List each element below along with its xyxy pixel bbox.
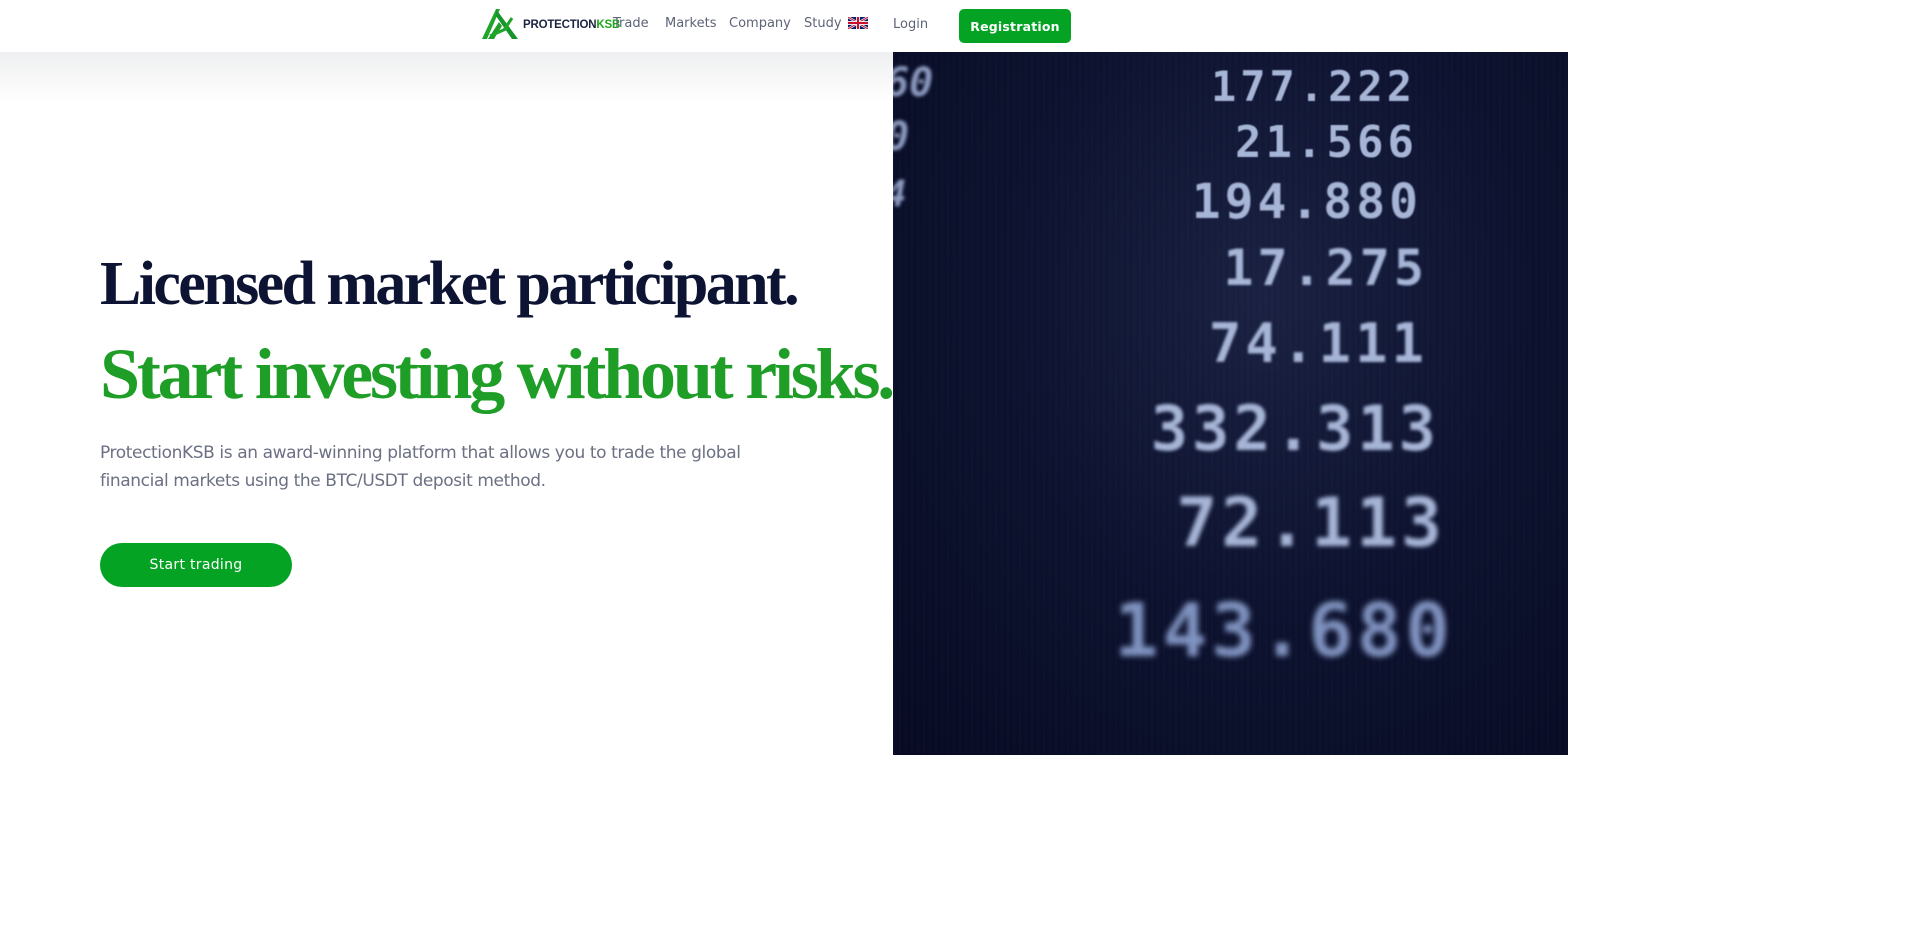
- hero-headline: Licensed market participant.: [100, 250, 800, 318]
- hero-description: ProtectionKSB is an award-winning platfo…: [100, 443, 741, 491]
- ticker-value: 194.880: [1191, 174, 1422, 230]
- ticker-value: 143.680: [1114, 588, 1454, 674]
- nav-study[interactable]: Study: [804, 16, 842, 31]
- start-trading-button[interactable]: Start trading: [100, 543, 292, 587]
- ticker-edge-fragment: 60: [893, 60, 934, 106]
- nav-company[interactable]: Company: [729, 16, 791, 31]
- ticker-edge-fragment: 0: [893, 114, 909, 160]
- ticker-value: 17.275: [1223, 239, 1428, 297]
- uk-flag-icon[interactable]: [848, 17, 868, 29]
- ticker-value: 72.113: [1176, 484, 1446, 563]
- market-ticker-image: 60 0 4 177.222 21.566 194.880 17.275 74.…: [893, 52, 1568, 755]
- registration-button[interactable]: Registration: [959, 9, 1071, 43]
- login-link[interactable]: Login: [893, 17, 928, 32]
- brand-logo[interactable]: PROTECTIONKSB: [482, 8, 620, 40]
- top-nav-bar: PROTECTIONKSB Trade Markets Company Stud…: [0, 0, 1568, 52]
- ticker-edge-fragment: 4: [893, 174, 907, 215]
- ticker-value: 74.111: [1208, 312, 1428, 375]
- header-shadow: [0, 52, 893, 102]
- brand-name-primary: PROTECTION: [523, 19, 597, 31]
- protectionksb-logo-icon: [482, 9, 518, 39]
- ticker-value: 332.313: [1150, 392, 1440, 465]
- brand-name: PROTECTIONKSB: [523, 19, 620, 31]
- ticker-value: 21.566: [1235, 117, 1418, 168]
- nav-markets[interactable]: Markets: [665, 16, 716, 31]
- ticker-value: 177.222: [1210, 62, 1416, 111]
- nav-trade[interactable]: Trade: [613, 16, 649, 31]
- hero-subheadline: Start investing without risks.: [100, 334, 895, 414]
